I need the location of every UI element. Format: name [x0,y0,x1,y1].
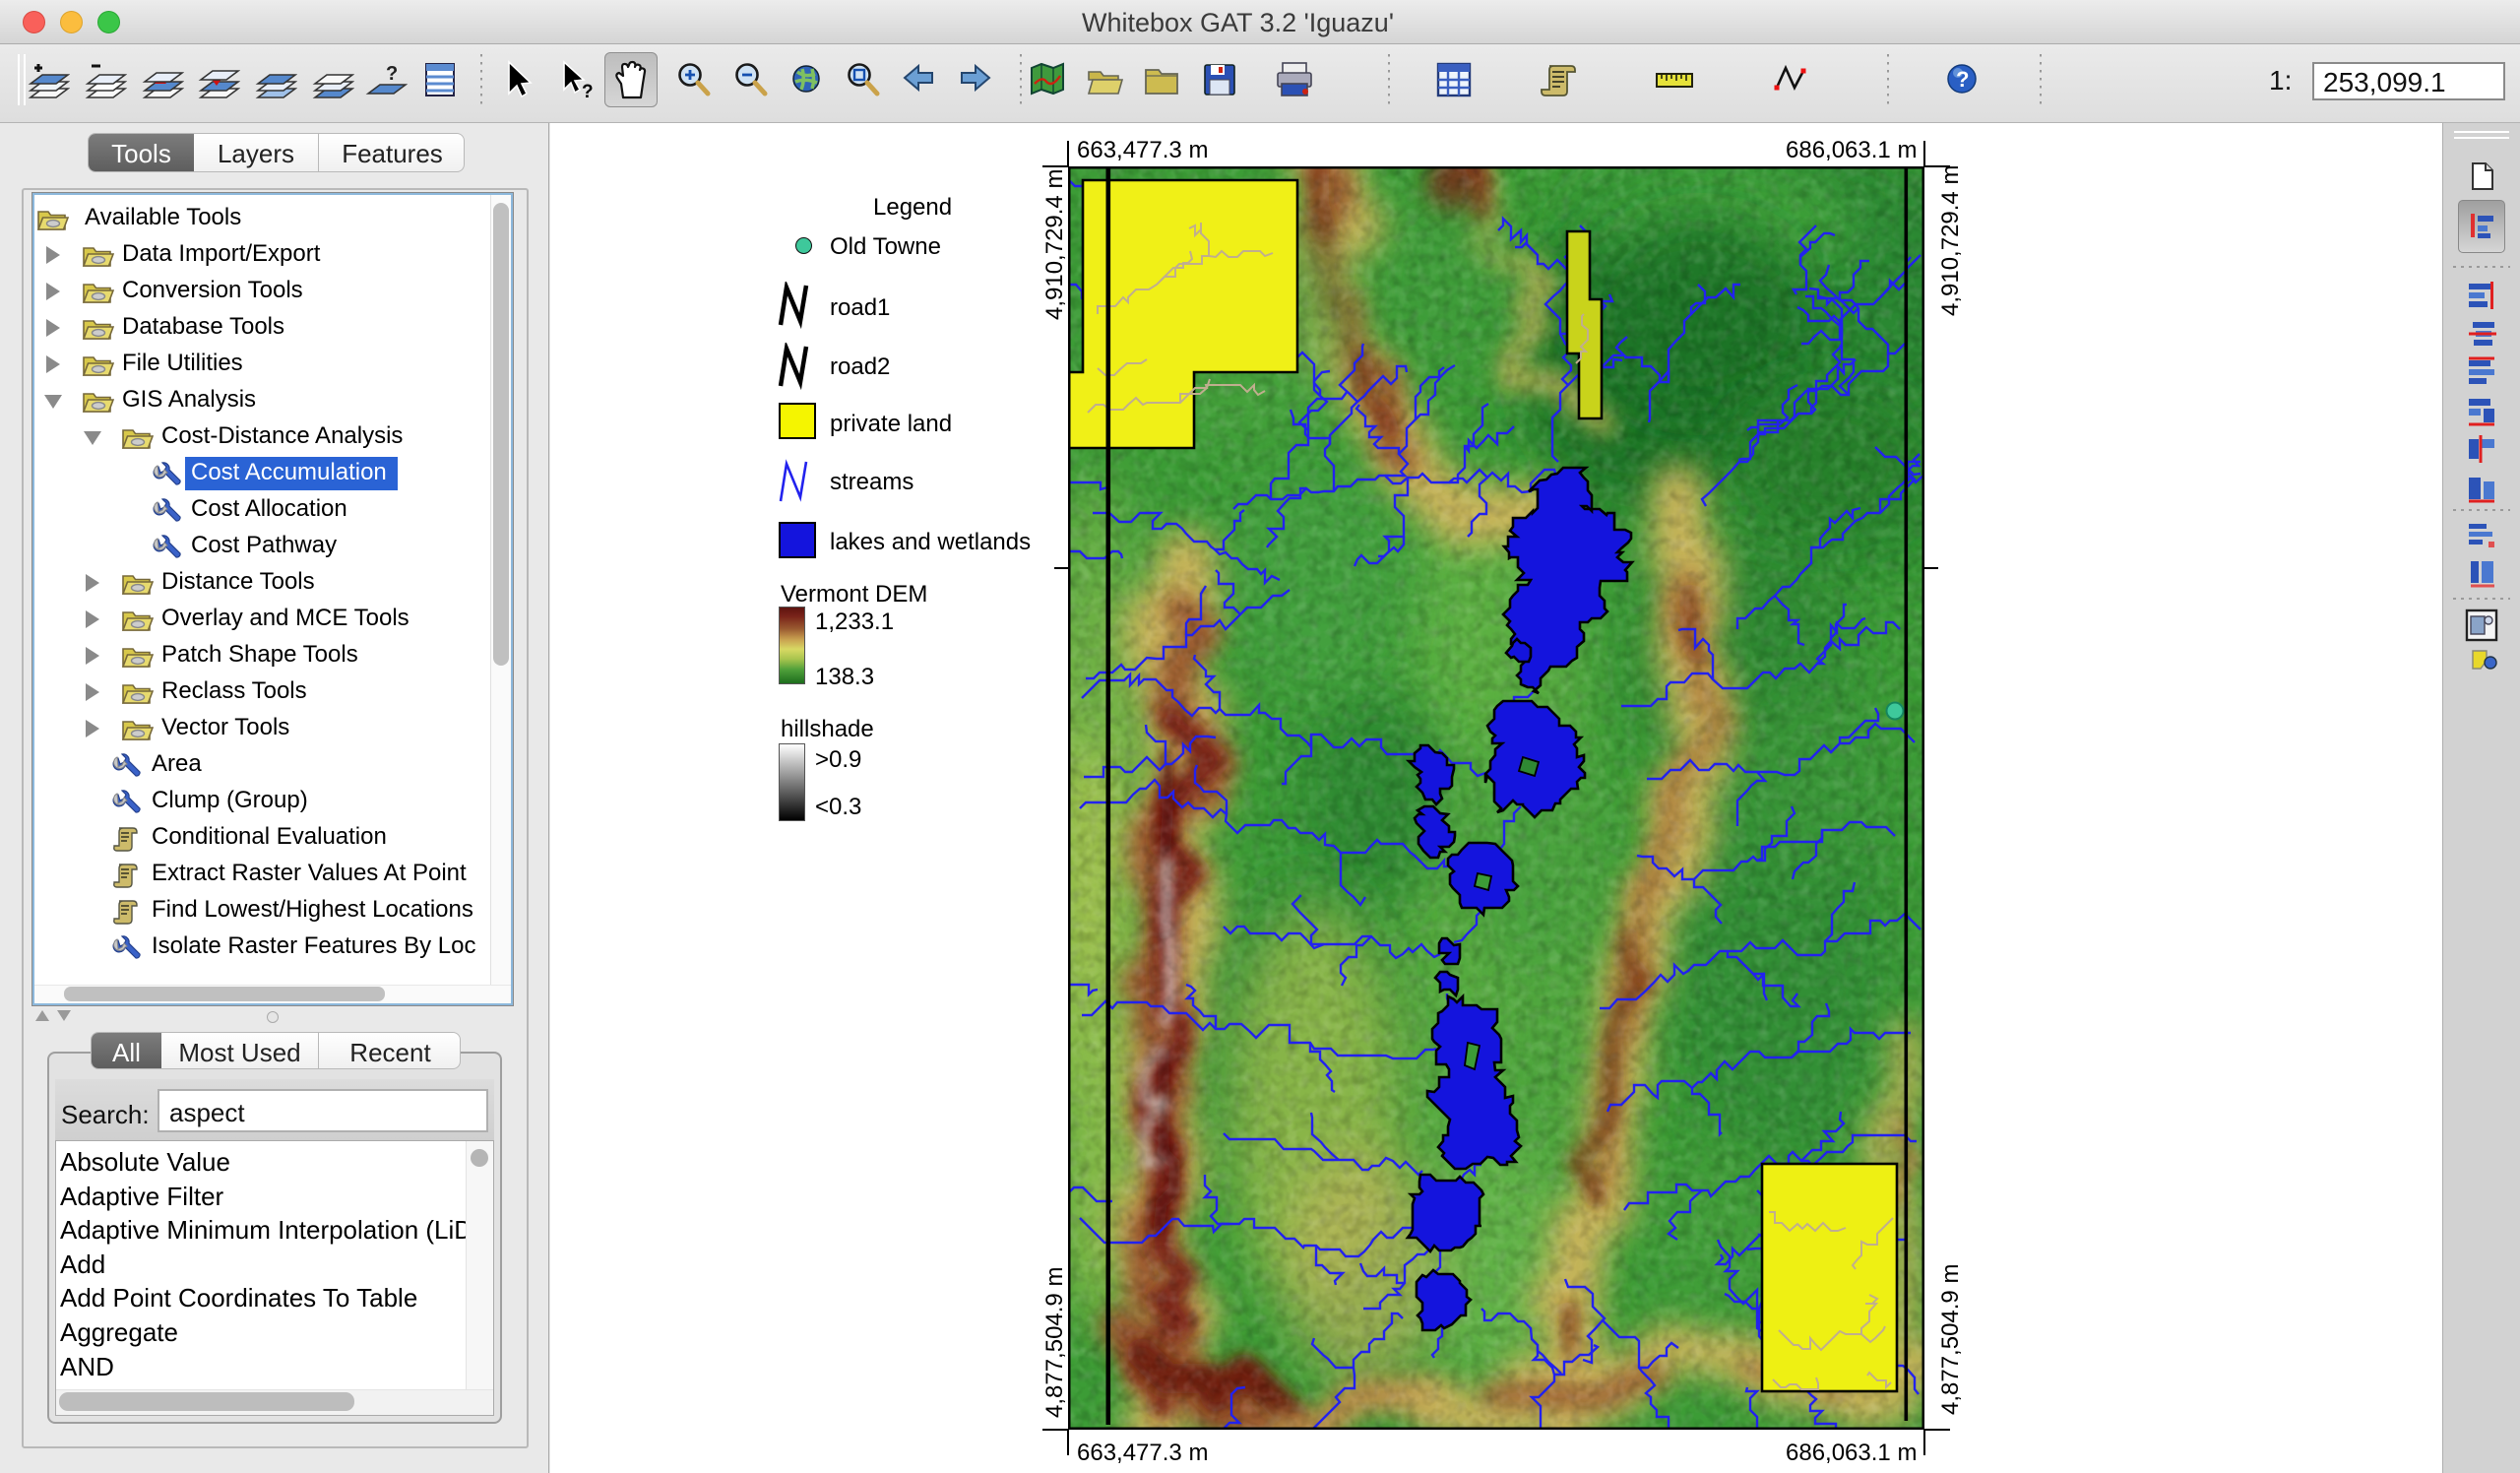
svg-text:?: ? [1956,67,1969,92]
svg-text:?: ? [386,63,398,85]
svg-text:?: ? [582,82,594,101]
